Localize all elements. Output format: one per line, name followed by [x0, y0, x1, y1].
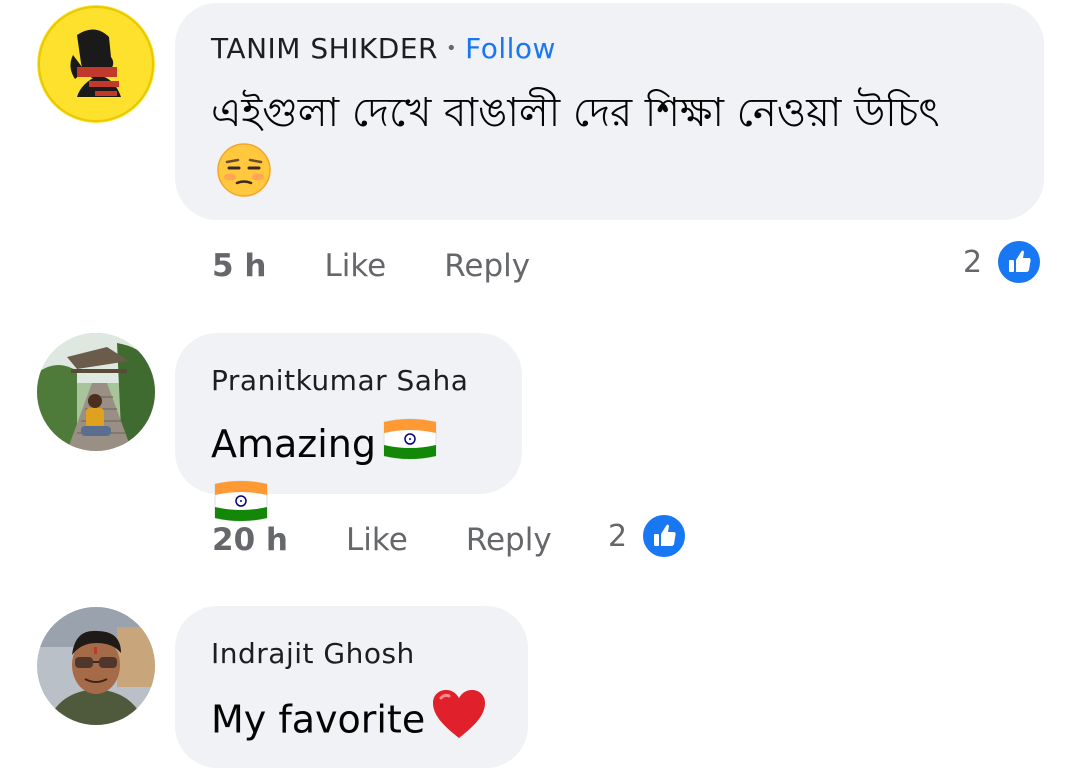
- red-heart-emoji: [431, 688, 487, 756]
- comment-text-content: এইগুলা দেখে বাঙালী দের শিক্ষা নেওয়া উচি…: [211, 90, 940, 136]
- comment-text: My favorite: [211, 688, 492, 756]
- thumbs-up-icon[interactable]: [995, 238, 1043, 286]
- like-button[interactable]: Like: [346, 522, 408, 558]
- reply-button[interactable]: Reply: [444, 248, 530, 284]
- like-button[interactable]: Like: [324, 248, 386, 284]
- comment-text-content: Amazing: [211, 422, 377, 466]
- author-row: TANIM SHIKDER • Follow: [211, 29, 1008, 73]
- follow-button[interactable]: Follow: [465, 32, 556, 65]
- comment-actions: 5 h Like Reply: [212, 248, 588, 284]
- comment-bubble: Indrajit Ghosh My favorite: [175, 606, 528, 768]
- comment-text: এইগুলা দেখে বাঙালী দের শিক্ষা নেওয়া উচি…: [211, 83, 991, 214]
- comment-actions: 20 h Like Reply: [212, 522, 610, 558]
- comment-bubble: TANIM SHIKDER • Follow এইগুলা দেখে বাঙালী …: [175, 3, 1044, 220]
- avatar-indrajit[interactable]: [37, 607, 155, 725]
- comment-bubble: Pranitkumar Saha Amazing: [175, 333, 522, 522]
- avatar-pranitkumar[interactable]: [37, 333, 155, 451]
- reaction-count[interactable]: 2: [963, 245, 982, 280]
- author-name[interactable]: Pranitkumar Saha: [211, 361, 486, 401]
- reply-button[interactable]: Reply: [466, 522, 552, 558]
- unamused-face-emoji: [217, 143, 271, 214]
- thumbs-up-icon[interactable]: [640, 512, 688, 560]
- timestamp[interactable]: 5 h: [212, 248, 266, 284]
- author-name[interactable]: TANIM SHIKDER: [211, 32, 438, 65]
- india-flag-emoji: [382, 416, 438, 478]
- avatar-tanim[interactable]: [37, 5, 155, 123]
- separator-dot: •: [446, 38, 458, 59]
- timestamp[interactable]: 20 h: [212, 522, 288, 558]
- comment-text-content: My favorite: [211, 697, 426, 742]
- reaction-count[interactable]: 2: [608, 519, 627, 554]
- author-name[interactable]: Indrajit Ghosh: [211, 634, 492, 674]
